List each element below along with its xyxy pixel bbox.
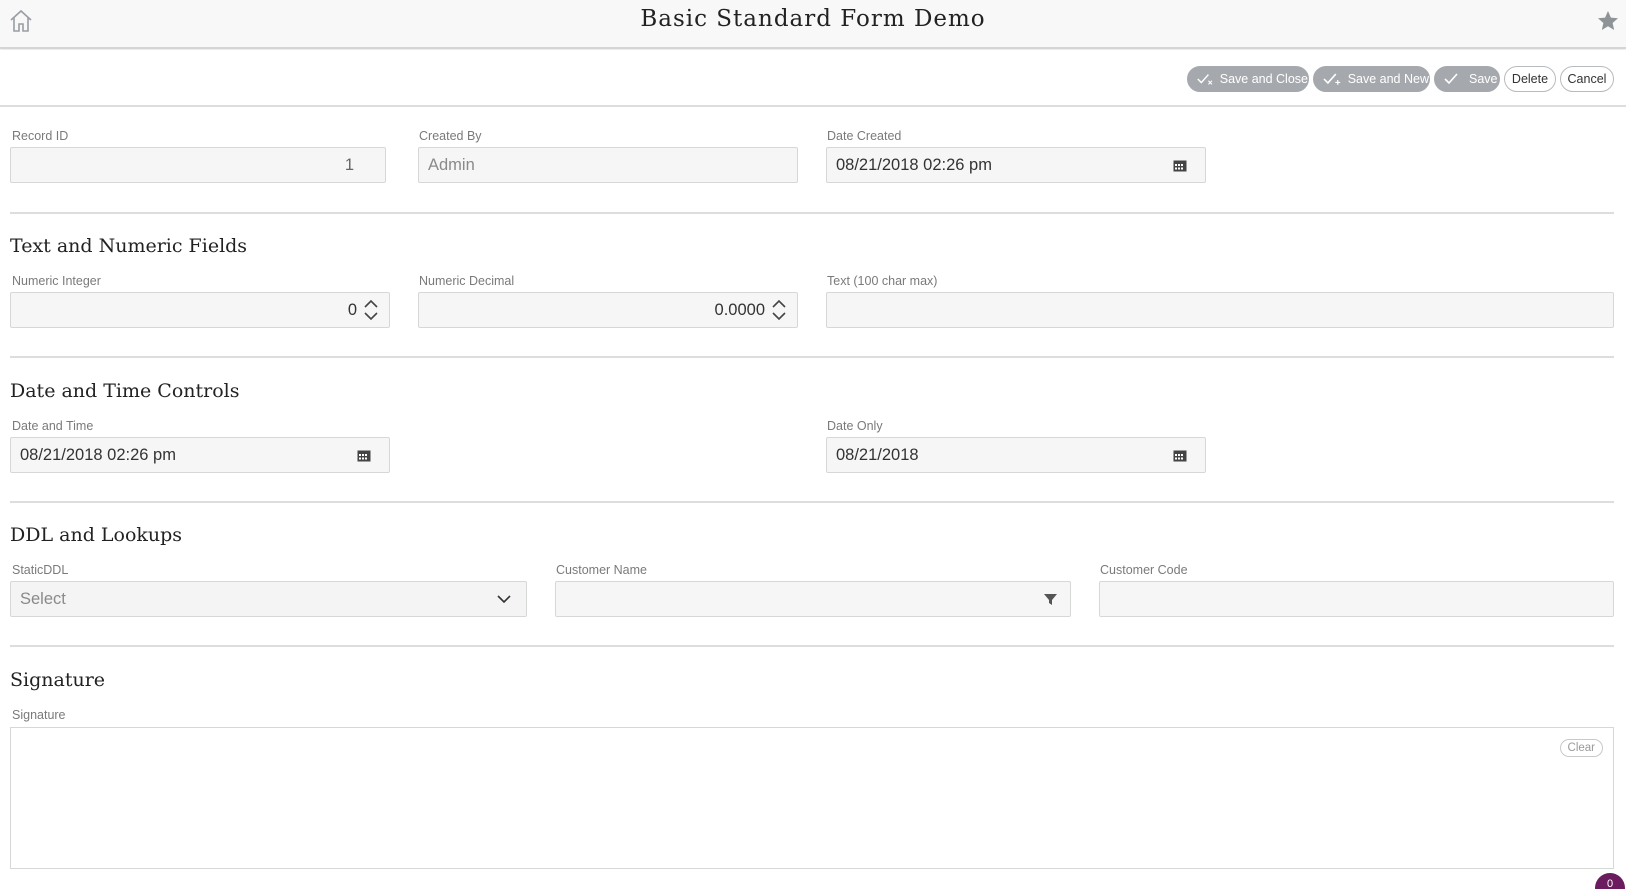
signature-clear-button[interactable]: Clear xyxy=(1559,739,1603,757)
text-field[interactable] xyxy=(826,292,1614,328)
record-id-value: 1 xyxy=(344,155,354,174)
calendar-icon[interactable] xyxy=(357,449,371,462)
date-only-field[interactable]: 08/21/2018 xyxy=(826,437,1206,473)
save-and-close-label: Save and Close xyxy=(1219,72,1308,86)
numeric-integer-value: 0 xyxy=(347,300,357,319)
date-and-time-label: Date and Time xyxy=(12,419,94,433)
filter-icon[interactable] xyxy=(1044,593,1057,606)
numeric-decimal-label: Numeric Decimal xyxy=(419,274,515,288)
calendar-icon[interactable] xyxy=(1173,449,1187,462)
created-by-label: Created By xyxy=(419,129,482,143)
save-and-close-button[interactable]: Save and Close xyxy=(1187,66,1309,92)
record-id-field: 1 xyxy=(10,147,386,183)
save-and-new-button[interactable]: Save and New xyxy=(1313,66,1430,92)
customer-name-lookup[interactable] xyxy=(555,581,1071,617)
text-field-label: Text (100 char max) xyxy=(827,274,938,288)
date-created-label: Date Created xyxy=(827,129,902,143)
app-header: Basic Standard Form Demo xyxy=(0,0,1626,49)
numeric-integer-field[interactable]: 0 xyxy=(10,292,390,328)
cancel-button[interactable]: Cancel xyxy=(1560,66,1614,92)
section-divider xyxy=(10,501,1614,503)
created-by-field: Admin xyxy=(418,147,798,183)
spinner-icon[interactable] xyxy=(363,298,379,322)
section-title-text-numeric: Text and Numeric Fields xyxy=(10,235,248,257)
date-only-value: 08/21/2018 xyxy=(836,445,919,464)
customer-code-field xyxy=(1099,581,1614,617)
calendar-icon[interactable] xyxy=(1173,159,1187,172)
page-title: Basic Standard Form Demo xyxy=(640,6,986,32)
star-icon[interactable] xyxy=(1596,9,1620,33)
spinner-icon[interactable] xyxy=(771,298,787,322)
signature-label: Signature xyxy=(12,708,66,722)
static-ddl-value: Select xyxy=(20,589,66,608)
date-only-label: Date Only xyxy=(827,419,883,433)
section-title-signature: Signature xyxy=(10,669,106,691)
section-divider xyxy=(10,645,1614,647)
customer-code-label: Customer Code xyxy=(1100,563,1188,577)
record-id-label: Record ID xyxy=(12,129,69,143)
section-title-date-time: Date and Time Controls xyxy=(10,380,240,402)
static-ddl-select[interactable]: Select xyxy=(10,581,527,617)
customer-name-label: Customer Name xyxy=(556,563,647,577)
signature-pad[interactable]: Clear xyxy=(10,727,1614,869)
save-label: Save xyxy=(1469,72,1498,86)
numeric-decimal-field[interactable]: 0.0000 xyxy=(418,292,798,328)
section-divider xyxy=(10,356,1614,358)
date-and-time-value: 08/21/2018 02:26 pm xyxy=(20,445,176,464)
created-by-value: Admin xyxy=(428,155,475,174)
numeric-integer-label: Numeric Integer xyxy=(12,274,101,288)
date-created-value: 08/21/2018 02:26 pm xyxy=(836,155,992,174)
chevron-down-icon xyxy=(497,595,511,604)
section-divider xyxy=(10,212,1614,214)
save-button[interactable]: Save xyxy=(1434,66,1500,92)
form-toolbar: Save and Close Save and New Save Delete … xyxy=(0,50,1626,107)
delete-button[interactable]: Delete xyxy=(1504,66,1556,92)
date-created-field[interactable]: 08/21/2018 02:26 pm xyxy=(826,147,1206,183)
numeric-decimal-value: 0.0000 xyxy=(714,300,765,319)
check-icon xyxy=(1444,73,1458,85)
notification-badge[interactable]: 0 xyxy=(1595,873,1625,889)
check-close-icon xyxy=(1197,74,1213,85)
section-title-ddl: DDL and Lookups xyxy=(10,524,183,546)
save-and-new-label: Save and New xyxy=(1347,72,1429,86)
static-ddl-label: StaticDDL xyxy=(12,563,69,577)
check-plus-icon xyxy=(1323,73,1341,85)
date-and-time-field[interactable]: 08/21/2018 02:26 pm xyxy=(10,437,390,473)
